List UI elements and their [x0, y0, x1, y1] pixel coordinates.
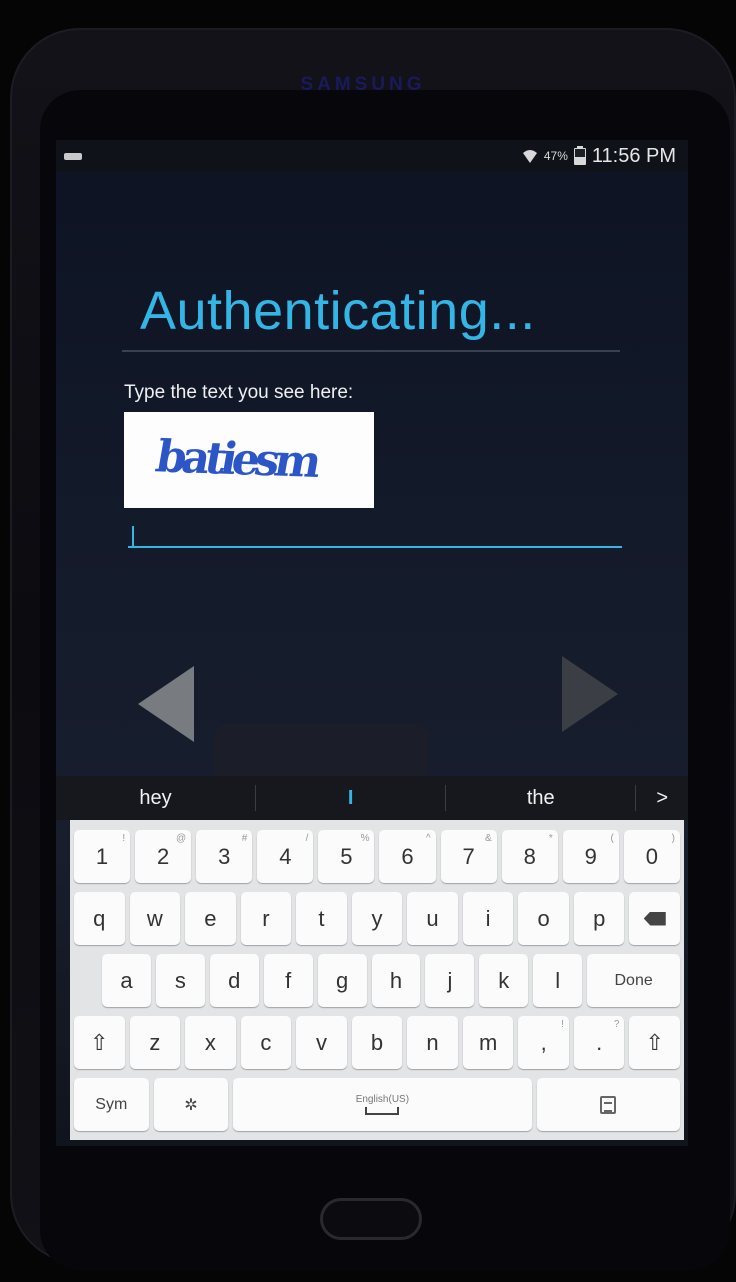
key-period[interactable]: .?: [573, 1016, 625, 1069]
key-a[interactable]: a: [102, 954, 151, 1007]
key-r[interactable]: r: [240, 892, 292, 945]
key-k[interactable]: k: [479, 954, 529, 1007]
key-j[interactable]: j: [425, 954, 475, 1007]
key-8[interactable]: 8 *: [501, 830, 558, 883]
key-2[interactable]: 2 @: [135, 830, 192, 883]
suggestion-hey[interactable]: hey: [56, 776, 255, 820]
key-comma[interactable]: ,!: [518, 1016, 569, 1069]
space-language-label: English(US): [355, 1094, 410, 1105]
suggestion-bar: hey I the >: [56, 776, 688, 820]
key-9[interactable]: 9(: [562, 830, 619, 883]
key-6[interactable]: 6 ^: [379, 830, 436, 883]
backspace-key[interactable]: [629, 892, 681, 945]
key-w[interactable]: w: [129, 892, 181, 945]
suggestion-the[interactable]: the: [446, 776, 635, 820]
key-s[interactable]: s: [155, 954, 205, 1007]
suggestion-i[interactable]: I: [256, 776, 445, 820]
key-4[interactable]: 4/: [257, 830, 314, 883]
wifi-icon: [522, 148, 538, 164]
key-q[interactable]: q: [74, 892, 125, 945]
key-m[interactable]: m: [462, 1016, 514, 1069]
key-d[interactable]: d: [209, 954, 259, 1007]
key-z[interactable]: z: [129, 1016, 181, 1069]
key-i[interactable]: i: [462, 892, 514, 945]
key-l[interactable]: l: [533, 954, 583, 1007]
notification-icon: [64, 153, 82, 160]
keyboard-number-row: 1! 2 @ 3 # 4/ 5% 6 ^ 7 & 8 * 9( 0): [74, 830, 680, 883]
back-arrow-button[interactable]: [138, 666, 194, 742]
key-3[interactable]: 3 #: [196, 830, 253, 883]
key-p[interactable]: p: [573, 892, 625, 945]
gear-icon: ✲: [184, 1096, 198, 1114]
key-c[interactable]: c: [240, 1016, 292, 1069]
key-h[interactable]: h: [371, 954, 421, 1007]
title-divider: [122, 350, 620, 352]
home-button[interactable]: [320, 1198, 422, 1240]
key-u[interactable]: u: [407, 892, 458, 945]
key-y[interactable]: y: [351, 892, 403, 945]
battery-icon: [573, 145, 586, 165]
captcha-prompt: Type the text you see here:: [124, 382, 354, 403]
shift-right-key[interactable]: ⇧: [629, 1016, 681, 1069]
key-e[interactable]: e: [185, 892, 236, 945]
next-arrow-button[interactable]: [562, 656, 618, 732]
key-g[interactable]: g: [317, 954, 367, 1007]
key-1[interactable]: 1!: [74, 830, 131, 883]
space-icon: [365, 1107, 400, 1115]
shift-left-key[interactable]: ⇧: [74, 1016, 125, 1069]
sym-key[interactable]: Sym: [74, 1078, 149, 1131]
onscreen-keyboard: 1! 2 @ 3 # 4/ 5% 6 ^ 7 & 8 * 9( 0) q w e r t …: [70, 820, 684, 1140]
captcha-image: batiesm: [124, 412, 374, 508]
captcha-text: batiesm: [151, 431, 321, 488]
key-t[interactable]: t: [296, 892, 347, 945]
dim-overlay-button: [214, 724, 428, 784]
key-7[interactable]: 7 &: [440, 830, 497, 883]
input-underline: [128, 546, 622, 548]
keyboard-row-q: q w e r t y u i o p: [74, 892, 681, 945]
settings-key[interactable]: ✲: [153, 1078, 229, 1131]
key-5[interactable]: 5%: [318, 830, 375, 883]
clipboard-icon: [600, 1095, 617, 1114]
page-title: Authenticating...: [140, 281, 536, 341]
key-f[interactable]: f: [263, 954, 313, 1007]
key-b[interactable]: b: [351, 1016, 403, 1069]
done-key[interactable]: Done: [587, 954, 681, 1007]
captcha-input[interactable]: [130, 528, 622, 552]
battery-percent: 47%: [543, 149, 568, 163]
key-x[interactable]: x: [185, 1016, 236, 1069]
backspace-icon: [643, 911, 666, 926]
space-key[interactable]: English(US): [233, 1078, 532, 1131]
keyboard-bottom-row: Sym ✲ English(US): [74, 1078, 681, 1131]
keyboard-row-z: ⇧ z x c v b n m ,! .? ⇧: [74, 1016, 681, 1069]
clipboard-key[interactable]: [536, 1078, 681, 1131]
clock: 11:56 PM: [591, 144, 676, 167]
more-suggestions-button[interactable]: >: [636, 776, 688, 820]
device-screen: 47% 11:56 PM Authenticating... Type the …: [56, 140, 688, 1146]
status-bar: 47% 11:56 PM: [56, 140, 688, 172]
key-0[interactable]: 0): [623, 830, 680, 883]
key-o[interactable]: o: [518, 892, 569, 945]
key-v[interactable]: v: [296, 1016, 347, 1069]
brand-logo: SAMSUNG: [300, 74, 426, 95]
text-cursor: [132, 526, 134, 546]
status-right: 47% 11:56 PM: [522, 140, 676, 172]
key-n[interactable]: n: [407, 1016, 458, 1069]
keyboard-row-a: a s d f g h j k l Done: [74, 954, 681, 1007]
